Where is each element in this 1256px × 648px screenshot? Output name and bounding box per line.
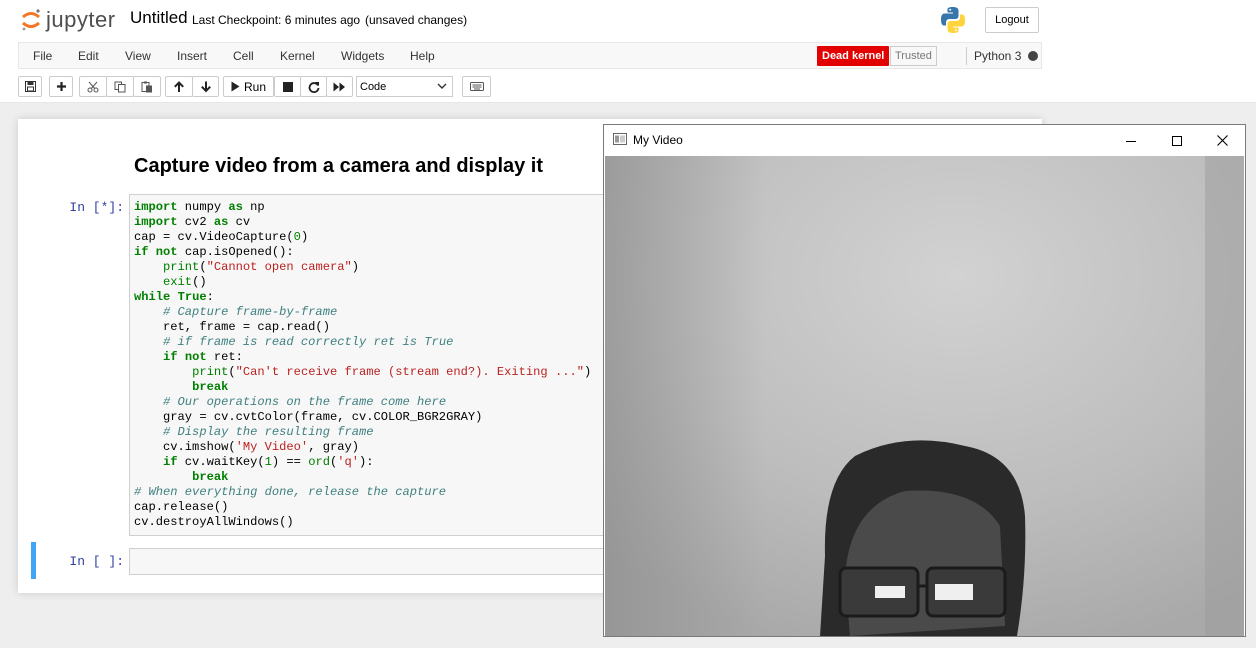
menu-view[interactable]: View — [125, 49, 151, 63]
code-line: # Our operations on the frame come here — [163, 395, 447, 409]
empty-code-cell-editor[interactable] — [129, 548, 609, 575]
video-window-titlebar[interactable]: My Video — [604, 125, 1245, 156]
checkpoint-status: Last Checkpoint: 6 minutes ago — [192, 13, 361, 27]
cell-type-select[interactable]: Code — [356, 76, 453, 97]
python-logo-icon — [941, 7, 965, 33]
arrow-down-icon — [200, 81, 211, 92]
logo-text: jupyter — [46, 7, 116, 32]
code-lines: import numpy as np import cv2 as cv cap = … — [134, 200, 591, 530]
code-line: print("Can't receive frame (stream end?)… — [192, 365, 592, 379]
code-line: # When everything done, release the capt… — [134, 485, 447, 499]
interrupt-button[interactable] — [274, 76, 301, 97]
paste-icon — [141, 81, 152, 92]
arrow-up-icon — [174, 80, 184, 92]
code-line: # Capture frame-by-frame — [163, 305, 338, 319]
menu-kernel[interactable]: Kernel — [280, 49, 315, 63]
save-button[interactable] — [18, 76, 42, 97]
stop-icon — [282, 81, 293, 92]
minimize-button[interactable] — [1108, 125, 1154, 156]
code-line: # if frame is read correctly ret is True — [163, 335, 454, 349]
restart-icon — [308, 81, 319, 93]
cut-button[interactable] — [79, 76, 107, 97]
minimize-icon — [1126, 140, 1136, 142]
save-icon — [24, 81, 36, 92]
command-palette-button[interactable] — [462, 76, 491, 97]
code-line: # Display the resulting frame — [163, 425, 374, 439]
camera-feed-image — [605, 156, 1244, 636]
logout-button[interactable]: Logout — [985, 7, 1039, 33]
code-line: exit() — [163, 275, 207, 289]
jupyter-logo-icon — [22, 9, 40, 31]
code-line: if not ret: — [163, 350, 243, 364]
code-line: import cv2 as cv — [134, 215, 251, 229]
trusted-badge[interactable]: Trusted — [890, 46, 937, 66]
copy-button[interactable] — [106, 76, 134, 97]
chevron-down-icon — [437, 83, 447, 89]
keyboard-icon — [469, 82, 484, 91]
code-line: import numpy as np — [134, 200, 265, 214]
code-line: break — [192, 380, 229, 394]
jupyter-logo[interactable]: jupyter — [20, 6, 116, 34]
video-frame — [605, 156, 1244, 636]
restart-run-all-button[interactable] — [326, 76, 353, 97]
copy-icon — [114, 81, 126, 92]
menu-insert[interactable]: Insert — [177, 49, 207, 63]
code-line: break — [192, 470, 229, 484]
cell-prompt-empty: In [ ]: — [69, 554, 124, 569]
plus-icon — [56, 82, 66, 91]
notebook-name[interactable]: Untitled — [130, 8, 188, 28]
code-line: cap.release() — [134, 500, 229, 514]
cut-icon — [87, 81, 99, 92]
maximize-icon — [1172, 135, 1182, 146]
maximize-button[interactable] — [1154, 125, 1200, 156]
restart-button[interactable] — [300, 76, 327, 97]
autosave-status: (unsaved changes) — [365, 13, 468, 27]
move-up-button[interactable] — [165, 76, 193, 97]
code-line: ret, frame = cap.read() — [134, 320, 330, 334]
menu-widgets[interactable]: Widgets — [341, 49, 384, 63]
menu-help[interactable]: Help — [410, 49, 435, 63]
video-window-title: My Video — [633, 133, 683, 147]
cell-type-value: Code — [360, 80, 387, 93]
insert-cell-button[interactable] — [49, 76, 73, 97]
kernel-name: Python 3 — [974, 49, 1022, 63]
kernel-indicator-icon — [1028, 51, 1038, 61]
code-line: cap = cv.VideoCapture(0) — [134, 230, 309, 244]
code-cell-editor[interactable]: import numpy as np import cv2 as cv cap = … — [129, 194, 609, 536]
menubar: File Edit View Insert Cell Kernel Widget… — [18, 42, 1042, 69]
markdown-heading[interactable]: Capture video from a camera and display … — [134, 155, 543, 178]
window-app-icon — [613, 133, 627, 145]
close-icon — [1216, 135, 1228, 146]
code-line: if cv.waitKey(1) == ord('q'): — [163, 455, 374, 469]
cell-prompt: In [*]: — [69, 200, 124, 215]
fast-forward-icon — [333, 82, 345, 91]
notebook-header: jupyter Untitled Last Checkpoint: 6 minu… — [0, 0, 1256, 103]
code-line: cv.imshow('My Video', gray) — [134, 440, 359, 454]
code-line: cv.destroyAllWindows() — [134, 515, 294, 529]
kernel-status-badge[interactable]: Dead kernel — [817, 46, 890, 66]
code-line: while True: — [134, 290, 214, 304]
run-label: Run — [243, 79, 266, 94]
play-icon — [231, 81, 240, 92]
code-line: if not cap.isOpened(): — [134, 245, 294, 259]
close-button[interactable] — [1199, 125, 1245, 156]
move-down-button[interactable] — [192, 76, 219, 97]
menu-cell[interactable]: Cell — [233, 49, 254, 63]
code-line: gray = cv.cvtColor(frame, cv.COLOR_BGR2G… — [134, 410, 483, 424]
code-line: print("Cannot open camera") — [163, 260, 360, 274]
video-window[interactable]: My Video — [603, 124, 1246, 637]
menu-file[interactable]: File — [33, 49, 52, 63]
menu-edit[interactable]: Edit — [78, 49, 99, 63]
paste-button[interactable] — [133, 76, 161, 97]
kernel-separator — [966, 47, 967, 65]
run-button[interactable]: Run — [223, 76, 274, 97]
